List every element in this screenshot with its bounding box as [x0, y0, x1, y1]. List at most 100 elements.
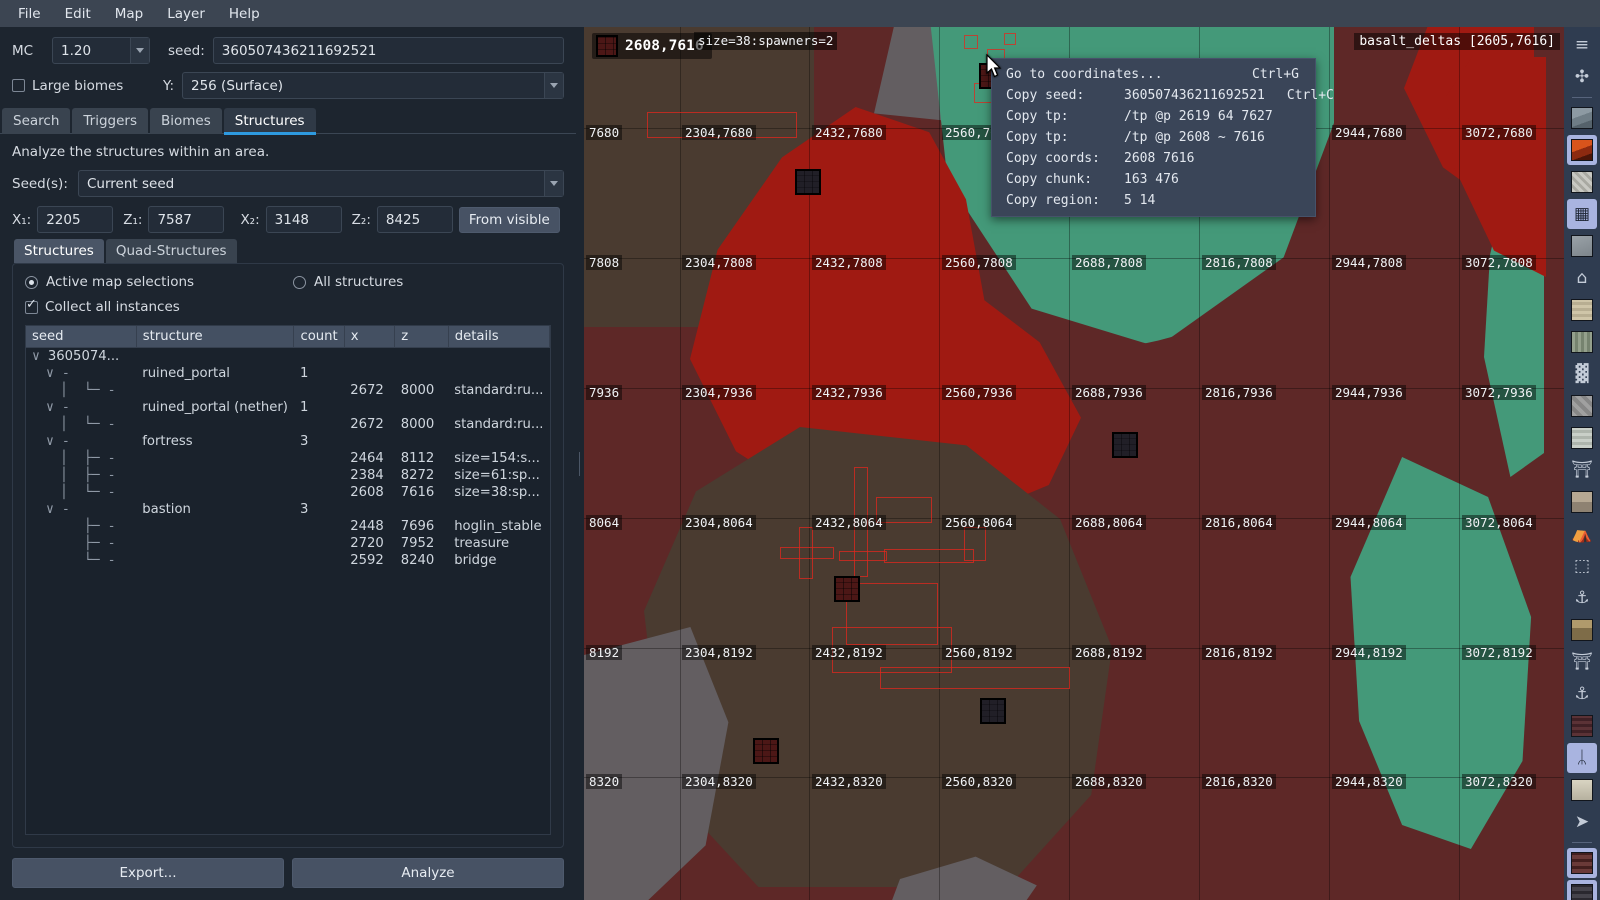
table-row[interactable]: ∨ - ruined_portal 1	[26, 365, 550, 382]
ctx-item-copy-region[interactable]: Copy region: 5 14	[992, 190, 1315, 211]
col-header-structure[interactable]: structure	[136, 326, 295, 348]
chevron-down-icon[interactable]	[130, 38, 149, 63]
nether-portal-icon[interactable]: ᛦ	[1567, 743, 1597, 773]
ctx-item-copy-coords[interactable]: Copy coords: 2608 7616	[992, 148, 1315, 169]
menu-item-edit[interactable]: Edit	[53, 2, 103, 26]
map-structure-bastion[interactable]	[980, 698, 1006, 724]
seed-input[interactable]: 360507436211692521	[212, 37, 564, 64]
ancient-city-icon[interactable]: ⛩	[1567, 647, 1597, 677]
col-header-details[interactable]: details	[448, 326, 550, 348]
end-layer-icon[interactable]	[1567, 167, 1597, 197]
map-structure-bastion[interactable]	[795, 169, 821, 195]
tree-guide[interactable]: ∨ -	[46, 434, 78, 449]
collect-all-instances-checkbox[interactable]: Collect all instances	[25, 298, 551, 315]
desert-pyramid-icon[interactable]	[1567, 295, 1597, 325]
analyze-button[interactable]: Analyze	[292, 858, 564, 888]
igloo-icon[interactable]: ⛺	[1567, 519, 1597, 549]
subtab-structures[interactable]: Structures	[14, 239, 104, 263]
bastion-icon[interactable]	[1567, 880, 1597, 900]
nether-layer-icon[interactable]	[1567, 135, 1597, 165]
fortress-outline	[884, 549, 974, 563]
end-city-icon[interactable]	[1567, 775, 1597, 805]
chevron-down-icon[interactable]	[544, 73, 563, 98]
col-header-x[interactable]: x	[344, 326, 396, 348]
large-biomes-checkbox[interactable]: Large biomes	[12, 78, 142, 94]
table-row[interactable]: │ └─ - 2672 8000 standard:ru...	[26, 382, 550, 399]
menu-hamburger-icon[interactable]: ≡	[1567, 30, 1597, 60]
overworld-layer-icon[interactable]	[1567, 103, 1597, 133]
table-row[interactable]: ∨ - ruined_portal (nether) 1	[26, 399, 550, 416]
tab-structures[interactable]: Structures	[223, 108, 316, 135]
map-context-menu[interactable]: Go to coordinates... Ctrl+G Copy seed: 3…	[991, 58, 1334, 217]
pillager-outpost-icon[interactable]: ⛩	[1567, 455, 1597, 485]
panel-splitter[interactable]	[576, 27, 584, 900]
mc-version-select[interactable]: 1.20	[52, 37, 150, 64]
table-row[interactable]: ├─ - 2448 7696 hoglin_stable	[26, 518, 550, 535]
subtab-quad-structures[interactable]: Quad-Structures	[105, 239, 237, 263]
layers-toolbar[interactable]: ≡✣▦⌂▓⛩⛺⬚⚓⛩⚓ᛦ➤⚒⚙	[1564, 27, 1600, 900]
menu-item-layer[interactable]: Layer	[155, 2, 217, 26]
map-structure-fortress[interactable]	[753, 738, 779, 764]
buried-treasure-icon[interactable]	[1567, 615, 1597, 645]
map-view[interactable]: 2608,7616 size=38:spawners=2 basalt_delt…	[584, 27, 1564, 900]
table-row[interactable]: ∨ - fortress 3	[26, 433, 550, 450]
col-header-count[interactable]: count	[293, 326, 345, 348]
structures-table-wrap[interactable]: seed structure count x z details ∨ 36050…	[25, 325, 551, 835]
col-header-z[interactable]: z	[394, 326, 449, 348]
x1-input[interactable]: 2205	[37, 206, 114, 233]
ctx-item-copy-tp-precise[interactable]: Copy tp: /tp @p 2619 64 7627	[992, 106, 1315, 127]
menu-item-map[interactable]: Map	[103, 2, 156, 26]
z1-input[interactable]: 7587	[148, 206, 225, 233]
table-row[interactable]: │ └─ - 2672 8000 standard:ru...	[26, 416, 550, 433]
tree-guide[interactable]: ∨ -	[46, 366, 78, 381]
menu-item-file[interactable]: File	[6, 2, 53, 26]
ctx-item-copy-seed[interactable]: Copy seed: 360507436211692521 Ctrl+C	[992, 85, 1334, 106]
radio-all-structures[interactable]: All structures	[293, 274, 551, 290]
tab-search[interactable]: Search	[2, 108, 71, 134]
ctx-item-copy-chunk[interactable]: Copy chunk: 163 476	[992, 169, 1315, 190]
end-gateway-icon[interactable]: ➤	[1567, 807, 1597, 837]
tab-biomes[interactable]: Biomes	[149, 108, 222, 134]
table-row[interactable]: │ ├─ - 2464 8112 size=154:s...	[26, 450, 550, 467]
from-visible-button[interactable]: From visible	[458, 206, 560, 233]
shipwreck-icon[interactable]: ⚓	[1567, 583, 1597, 613]
trail-ruins-icon[interactable]: ⚓	[1567, 679, 1597, 709]
stronghold-icon[interactable]	[1567, 391, 1597, 421]
table-row[interactable]: └─ - 2592 8240 bridge	[26, 552, 550, 569]
col-header-seed[interactable]: seed	[26, 326, 137, 348]
table-row[interactable]: │ └─ - 2608 7616 size=38:sp...	[26, 484, 550, 501]
tree-guide[interactable]: ∨ -	[46, 502, 78, 517]
ruined-portal-icon[interactable]	[1567, 711, 1597, 741]
x2-input[interactable]: 3148	[265, 206, 342, 233]
tree-guide[interactable]: ∨	[32, 349, 48, 364]
mineshaft-icon[interactable]: ▓	[1567, 359, 1597, 389]
table-row[interactable]: │ ├─ - 2384 8272 size=61:sp...	[26, 467, 550, 484]
chevron-down-icon[interactable]	[544, 171, 563, 196]
seeds-select[interactable]: Current seed	[78, 170, 564, 197]
fortress-icon[interactable]	[1567, 848, 1597, 878]
table-row[interactable]: ├─ - 2720 7952 treasure	[26, 535, 550, 552]
map-structure-fortress[interactable]	[834, 576, 860, 602]
village-icon[interactable]: ⌂	[1567, 263, 1597, 293]
z2-input[interactable]: 8425	[376, 206, 453, 233]
export-button[interactable]: Export...	[12, 858, 284, 888]
z1-label: Z₁:	[123, 211, 143, 228]
tree-guide[interactable]: ∨ -	[46, 400, 78, 415]
mansion-icon[interactable]	[1567, 487, 1597, 517]
ocean-ruin-icon[interactable]: ⬚	[1567, 551, 1597, 581]
table-row[interactable]: ∨ - bastion 3	[26, 501, 550, 518]
map-canvas[interactable]: 2608,7616 size=38:spawners=2 basalt_delt…	[584, 27, 1564, 900]
grid-toggle-icon[interactable]: ▦	[1567, 199, 1597, 229]
ctx-item-goto-coordinates[interactable]: Go to coordinates... Ctrl+G	[992, 64, 1315, 85]
tab-triggers[interactable]: Triggers	[72, 108, 148, 134]
ctx-item-copy-tp-approx[interactable]: Copy tp: /tp @p 2608 ~ 7616	[992, 127, 1315, 148]
monument-icon[interactable]	[1567, 423, 1597, 453]
table-row[interactable]: ∨ 3605074...	[26, 348, 550, 366]
crosshair-target-icon[interactable]: ✣	[1567, 62, 1597, 92]
slime-chunk-icon[interactable]	[1567, 231, 1597, 261]
map-structure-bastion[interactable]	[1112, 432, 1138, 458]
radio-active-map-selections[interactable]: Active map selections	[25, 274, 283, 290]
jungle-temple-icon[interactable]	[1567, 327, 1597, 357]
menu-item-help[interactable]: Help	[217, 2, 272, 26]
y-level-select[interactable]: 256 (Surface)	[182, 72, 564, 99]
